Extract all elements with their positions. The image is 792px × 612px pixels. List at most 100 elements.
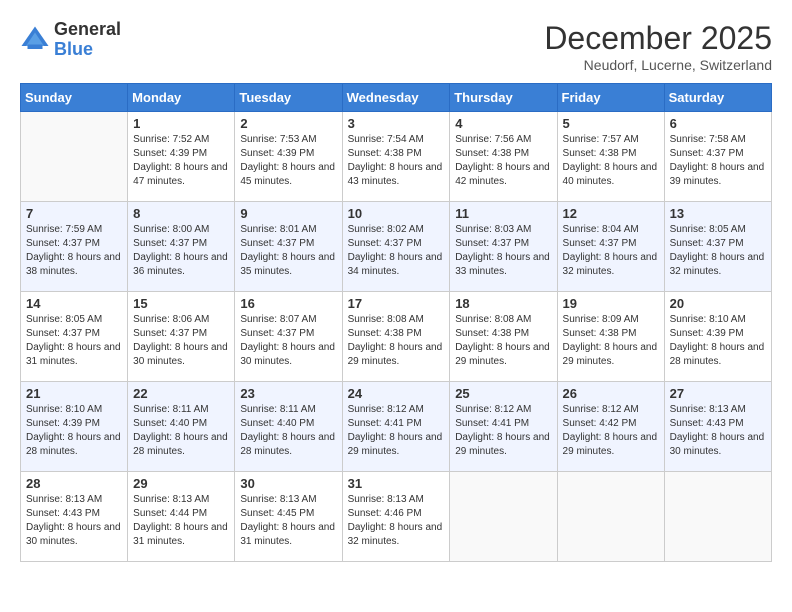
calendar-cell: 14Sunrise: 8:05 AM Sunset: 4:37 PM Dayli… — [21, 292, 128, 382]
day-info: Sunrise: 8:10 AM Sunset: 4:39 PM Dayligh… — [26, 403, 122, 459]
day-info: Sunrise: 8:01 AM Sunset: 4:37 PM Dayligh… — [240, 223, 336, 279]
day-info: Sunrise: 8:06 AM Sunset: 4:37 PM Dayligh… — [133, 313, 229, 369]
calendar-cell: 24Sunrise: 8:12 AM Sunset: 4:41 PM Dayli… — [342, 382, 450, 472]
calendar-cell: 17Sunrise: 8:08 AM Sunset: 4:38 PM Dayli… — [342, 292, 450, 382]
day-info: Sunrise: 7:53 AM Sunset: 4:39 PM Dayligh… — [240, 133, 336, 189]
day-info: Sunrise: 8:10 AM Sunset: 4:39 PM Dayligh… — [670, 313, 766, 369]
calendar-cell — [450, 472, 557, 562]
day-info: Sunrise: 8:03 AM Sunset: 4:37 PM Dayligh… — [455, 223, 551, 279]
day-info: Sunrise: 8:02 AM Sunset: 4:37 PM Dayligh… — [348, 223, 445, 279]
day-number: 25 — [455, 386, 551, 401]
day-number: 26 — [563, 386, 659, 401]
day-number: 20 — [670, 296, 766, 311]
day-header-thursday: Thursday — [450, 84, 557, 112]
day-number: 5 — [563, 116, 659, 131]
day-info: Sunrise: 8:05 AM Sunset: 4:37 PM Dayligh… — [670, 223, 766, 279]
calendar-cell: 26 Sunrise: 8:12 AM Sunset: 4:42 PM Dayli… — [557, 382, 664, 472]
location-subtitle: Neudorf, Lucerne, Switzerland — [544, 57, 772, 73]
day-number: 15 — [133, 296, 229, 311]
day-info: Sunrise: 8:11 AM Sunset: 4:40 PM Dayligh… — [133, 403, 229, 459]
day-info: Sunrise: 8:12 AM Sunset: 4:41 PM Dayligh… — [455, 403, 551, 459]
day-info: Sunrise: 7:56 AM Sunset: 4:38 PM Dayligh… — [455, 133, 551, 189]
calendar-header: SundayMondayTuesdayWednesdayThursdayFrid… — [21, 84, 772, 112]
day-info: Sunrise: 8:08 AM Sunset: 4:38 PM Dayligh… — [455, 313, 551, 369]
day-number: 17 — [348, 296, 445, 311]
day-number: 4 — [455, 116, 551, 131]
day-header-tuesday: Tuesday — [235, 84, 342, 112]
logo: General Blue — [20, 20, 121, 60]
calendar-cell: 19 Sunrise: 8:09 AM Sunset: 4:38 PM Dayli… — [557, 292, 664, 382]
day-header-friday: Friday — [557, 84, 664, 112]
day-number: 16 — [240, 296, 336, 311]
day-info: Sunrise: 8:13 AM Sunset: 4:43 PM Dayligh… — [670, 403, 766, 459]
calendar-cell: 27 Sunrise: 8:13 AM Sunset: 4:43 PM Dayli… — [664, 382, 771, 472]
day-info: Sunrise: 7:57 AM Sunset: 4:38 PM Dayligh… — [563, 133, 659, 189]
day-number: 23 — [240, 386, 336, 401]
day-info: Sunrise: 8:13 AM Sunset: 4:44 PM Dayligh… — [133, 493, 229, 549]
day-number: 13 — [670, 206, 766, 221]
month-title: December 2025 — [544, 20, 772, 57]
day-header-sunday: Sunday — [21, 84, 128, 112]
calendar-cell: 12 Sunrise: 8:04 AM Sunset: 4:37 PM Dayli… — [557, 202, 664, 292]
day-number: 19 — [563, 296, 659, 311]
day-info: Sunrise: 8:07 AM Sunset: 4:37 PM Dayligh… — [240, 313, 336, 369]
calendar-cell: 23 Sunrise: 8:11 AM Sunset: 4:40 PM Dayli… — [235, 382, 342, 472]
calendar-cell — [21, 112, 128, 202]
day-number: 14 — [26, 296, 122, 311]
day-number: 30 — [240, 476, 336, 491]
calendar-cell: 18 Sunrise: 8:08 AM Sunset: 4:38 PM Dayli… — [450, 292, 557, 382]
day-info: Sunrise: 8:11 AM Sunset: 4:40 PM Dayligh… — [240, 403, 336, 459]
day-info: Sunrise: 7:58 AM Sunset: 4:37 PM Dayligh… — [670, 133, 766, 189]
calendar-cell: 31 Sunrise: 8:13 AM Sunset: 4:46 PM Dayli… — [342, 472, 450, 562]
day-info: Sunrise: 8:09 AM Sunset: 4:38 PM Dayligh… — [563, 313, 659, 369]
day-info: Sunrise: 7:54 AM Sunset: 4:38 PM Dayligh… — [348, 133, 445, 189]
day-number: 1 — [133, 116, 229, 131]
day-number: 22 — [133, 386, 229, 401]
day-number: 27 — [670, 386, 766, 401]
day-number: 8 — [133, 206, 229, 221]
day-number: 18 — [455, 296, 551, 311]
logo-icon — [20, 25, 50, 55]
calendar-cell: 4 Sunrise: 7:56 AM Sunset: 4:38 PM Daylig… — [450, 112, 557, 202]
day-number: 28 — [26, 476, 122, 491]
day-number: 24 — [348, 386, 445, 401]
day-number: 21 — [26, 386, 122, 401]
calendar-cell: 22 Sunrise: 8:11 AM Sunset: 4:40 PM Dayli… — [128, 382, 235, 472]
calendar-cell — [557, 472, 664, 562]
day-number: 12 — [563, 206, 659, 221]
calendar-cell: 30 Sunrise: 8:13 AM Sunset: 4:45 PM Dayli… — [235, 472, 342, 562]
calendar-cell: 13 Sunrise: 8:05 AM Sunset: 4:37 PM Dayli… — [664, 202, 771, 292]
day-info: Sunrise: 8:12 AM Sunset: 4:42 PM Dayligh… — [563, 403, 659, 459]
day-header-wednesday: Wednesday — [342, 84, 450, 112]
logo-general: General — [54, 19, 121, 39]
page-header: General Blue December 2025 Neudorf, Luce… — [20, 20, 772, 73]
calendar-cell: 10 Sunrise: 8:02 AM Sunset: 4:37 PM Dayli… — [342, 202, 450, 292]
day-info: Sunrise: 8:04 AM Sunset: 4:37 PM Dayligh… — [563, 223, 659, 279]
day-info: Sunrise: 8:13 AM Sunset: 4:43 PM Dayligh… — [26, 493, 122, 549]
day-number: 10 — [348, 206, 445, 221]
logo-text: General Blue — [54, 20, 121, 60]
day-number: 6 — [670, 116, 766, 131]
day-info: Sunrise: 8:13 AM Sunset: 4:46 PM Dayligh… — [348, 493, 445, 549]
calendar-cell: 1 Sunrise: 7:52 AM Sunset: 4:39 PM Daylig… — [128, 112, 235, 202]
calendar-cell: 7Sunrise: 7:59 AM Sunset: 4:37 PM Daylig… — [21, 202, 128, 292]
day-info: Sunrise: 8:00 AM Sunset: 4:37 PM Dayligh… — [133, 223, 229, 279]
calendar-cell: 6 Sunrise: 7:58 AM Sunset: 4:37 PM Daylig… — [664, 112, 771, 202]
day-number: 11 — [455, 206, 551, 221]
calendar-cell: 16 Sunrise: 8:07 AM Sunset: 4:37 PM Dayli… — [235, 292, 342, 382]
day-number: 2 — [240, 116, 336, 131]
day-info: Sunrise: 8:13 AM Sunset: 4:45 PM Dayligh… — [240, 493, 336, 549]
calendar-cell: 21 Sunrise: 8:10 AM Sunset: 4:39 PM Dayli… — [21, 382, 128, 472]
day-number: 31 — [348, 476, 445, 491]
day-number: 9 — [240, 206, 336, 221]
calendar-cell: 29 Sunrise: 8:13 AM Sunset: 4:44 PM Dayli… — [128, 472, 235, 562]
logo-blue: Blue — [54, 39, 93, 59]
calendar-cell: 9 Sunrise: 8:01 AM Sunset: 4:37 PM Daylig… — [235, 202, 342, 292]
calendar-cell: 2 Sunrise: 7:53 AM Sunset: 4:39 PM Daylig… — [235, 112, 342, 202]
day-number: 7 — [26, 206, 122, 221]
calendar-cell: 5 Sunrise: 7:57 AM Sunset: 4:38 PM Daylig… — [557, 112, 664, 202]
calendar-cell: 8 Sunrise: 8:00 AM Sunset: 4:37 PM Daylig… — [128, 202, 235, 292]
calendar-cell: 20 Sunrise: 8:10 AM Sunset: 4:39 PM Dayli… — [664, 292, 771, 382]
day-info: Sunrise: 7:52 AM Sunset: 4:39 PM Dayligh… — [133, 133, 229, 189]
day-number: 29 — [133, 476, 229, 491]
